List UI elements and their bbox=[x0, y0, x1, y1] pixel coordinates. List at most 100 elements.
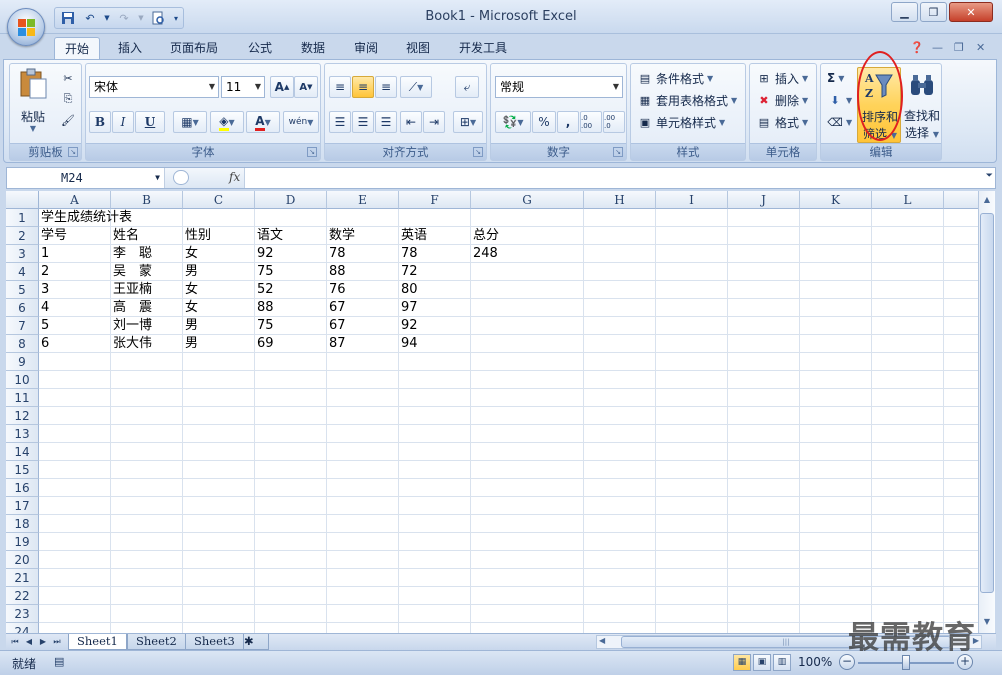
vertical-scroll-thumb[interactable] bbox=[980, 213, 994, 593]
number-format-combo[interactable]: 常规 ▼ bbox=[495, 76, 623, 98]
cell-e6[interactable]: 67 bbox=[327, 299, 346, 317]
bold-button[interactable]: B bbox=[89, 111, 111, 133]
row-header-9[interactable]: 9 bbox=[6, 353, 39, 371]
sheet-tab-3[interactable]: Sheet3 bbox=[185, 634, 244, 650]
cell-e5[interactable]: 76 bbox=[327, 281, 346, 299]
cell-c6[interactable]: 女 bbox=[183, 299, 198, 317]
font-color-button[interactable]: A ▼ bbox=[246, 111, 280, 133]
cell-a3[interactable]: 1 bbox=[39, 245, 49, 263]
cell-a6[interactable]: 4 bbox=[39, 299, 49, 317]
cell-c4[interactable]: 男 bbox=[183, 263, 198, 281]
help-icon[interactable]: ❓ bbox=[910, 41, 924, 54]
scroll-up-icon[interactable]: ▲ bbox=[980, 193, 994, 207]
row-header-23[interactable]: 23 bbox=[6, 605, 39, 623]
column-header-f[interactable]: F bbox=[399, 191, 471, 209]
sheet-tab-1[interactable]: Sheet1 bbox=[68, 634, 127, 650]
expand-formula-icon[interactable]: ⏷ bbox=[986, 171, 993, 181]
cell-f3[interactable]: 78 bbox=[399, 245, 418, 263]
close-button[interactable]: ✕ bbox=[949, 2, 993, 22]
cell-f8[interactable]: 94 bbox=[399, 335, 418, 353]
cell-a8[interactable]: 6 bbox=[39, 335, 49, 353]
column-header-j[interactable]: J bbox=[728, 191, 800, 209]
insert-sheet-button[interactable]: ✱ bbox=[243, 634, 269, 650]
tab-review[interactable]: 审阅 bbox=[344, 37, 388, 60]
format-painter-button[interactable]: 🖌 bbox=[60, 110, 76, 130]
office-button[interactable] bbox=[7, 8, 45, 46]
restore-button[interactable]: ❐ bbox=[920, 2, 947, 22]
font-name-combo[interactable]: 宋体 ▼ bbox=[89, 76, 219, 98]
cell-styles-button[interactable]: ▣ 单元格样式 ▼ bbox=[637, 112, 725, 132]
merge-center-button[interactable]: ⊞ ▼ bbox=[453, 111, 483, 133]
align-middle-button[interactable]: ≡ bbox=[352, 76, 374, 98]
insert-function-icon[interactable]: fx bbox=[229, 170, 240, 184]
cell-c2[interactable]: 性别 bbox=[183, 227, 211, 245]
cell-b6[interactable]: 高 震 bbox=[111, 299, 152, 317]
find-select-button[interactable]: 查找和 选择 ▼ bbox=[903, 67, 941, 143]
cell-e4[interactable]: 88 bbox=[327, 263, 346, 281]
cell-a2[interactable]: 学号 bbox=[39, 227, 67, 245]
cut-button[interactable]: ✂ bbox=[60, 68, 76, 88]
cell-c5[interactable]: 女 bbox=[183, 281, 198, 299]
cell-d7[interactable]: 75 bbox=[255, 317, 274, 335]
cell-b3[interactable]: 李 聪 bbox=[111, 245, 152, 263]
percent-button[interactable]: % bbox=[532, 111, 556, 133]
column-header-l[interactable]: L bbox=[872, 191, 944, 209]
select-all-corner[interactable] bbox=[6, 191, 39, 209]
row-header-10[interactable]: 10 bbox=[6, 371, 39, 389]
tab-insert[interactable]: 插入 bbox=[108, 37, 152, 60]
cell-d8[interactable]: 69 bbox=[255, 335, 274, 353]
delete-cells-button[interactable]: ✖ 删除 ▼ bbox=[756, 90, 808, 110]
row-header-20[interactable]: 20 bbox=[6, 551, 39, 569]
cell-b5[interactable]: 王亚楠 bbox=[111, 281, 152, 299]
cell-b2[interactable]: 姓名 bbox=[111, 227, 139, 245]
row-header-21[interactable]: 21 bbox=[6, 569, 39, 587]
increase-decimal-button[interactable]: .0 .00 bbox=[580, 111, 602, 133]
align-left-button[interactable]: ☰ bbox=[329, 111, 351, 133]
page-layout-view-button[interactable]: ▣ bbox=[753, 654, 771, 671]
macro-record-icon[interactable]: ▤ bbox=[54, 655, 64, 668]
fill-color-button[interactable]: ◈ ▼ bbox=[210, 111, 244, 133]
cell-f6[interactable]: 97 bbox=[399, 299, 418, 317]
zoom-slider-thumb[interactable] bbox=[902, 655, 910, 670]
column-header-c[interactable]: C bbox=[183, 191, 255, 209]
insert-cells-button[interactable]: ⊞ 插入 ▼ bbox=[756, 68, 808, 88]
cell-e7[interactable]: 67 bbox=[327, 317, 346, 335]
cell-c7[interactable]: 男 bbox=[183, 317, 198, 335]
clear-button[interactable]: ⌫ ▼ bbox=[827, 112, 852, 132]
minimize-button[interactable]: ▁ bbox=[891, 2, 918, 22]
alignment-launcher-icon[interactable]: ↘ bbox=[473, 147, 483, 157]
row-header-8[interactable]: 8 bbox=[6, 335, 39, 353]
italic-button[interactable]: I bbox=[112, 111, 134, 133]
row-header-5[interactable]: 5 bbox=[6, 281, 39, 299]
row-header-7[interactable]: 7 bbox=[6, 317, 39, 335]
align-right-button[interactable]: ☰ bbox=[375, 111, 397, 133]
cell-f2[interactable]: 英语 bbox=[399, 227, 427, 245]
cell-f7[interactable]: 92 bbox=[399, 317, 418, 335]
cell-g3[interactable]: 248 bbox=[471, 245, 498, 263]
autosum-button[interactable]: Σ ▼ bbox=[827, 68, 844, 88]
column-header-d[interactable]: D bbox=[255, 191, 327, 209]
row-header-1[interactable]: 1 bbox=[6, 209, 39, 227]
cell-a4[interactable]: 2 bbox=[39, 263, 49, 281]
cell-d6[interactable]: 88 bbox=[255, 299, 274, 317]
ribbon-minimize-icon[interactable]: — bbox=[932, 41, 943, 54]
format-as-table-button[interactable]: ▦ 套用表格格式 ▼ bbox=[637, 90, 737, 110]
copy-button[interactable]: ⎘ bbox=[60, 89, 76, 109]
cell-e2[interactable]: 数学 bbox=[327, 227, 355, 245]
cell-e3[interactable]: 78 bbox=[327, 245, 346, 263]
decrease-decimal-button[interactable]: .00 .0 bbox=[603, 111, 625, 133]
column-header-b[interactable]: B bbox=[111, 191, 183, 209]
number-launcher-icon[interactable]: ↘ bbox=[613, 147, 623, 157]
cell-b4[interactable]: 吴 蒙 bbox=[111, 263, 152, 281]
tab-page-layout[interactable]: 页面布局 bbox=[160, 37, 228, 60]
page-break-view-button[interactable]: ▥ bbox=[773, 654, 791, 671]
conditional-format-button[interactable]: ▤ 条件格式 ▼ bbox=[637, 68, 713, 88]
name-box[interactable]: M24 ▼ bbox=[7, 168, 165, 188]
align-center-button[interactable]: ☰ bbox=[352, 111, 374, 133]
row-header-18[interactable]: 18 bbox=[6, 515, 39, 533]
font-size-combo[interactable]: 11 ▼ bbox=[221, 76, 265, 98]
row-header-19[interactable]: 19 bbox=[6, 533, 39, 551]
row-header-11[interactable]: 11 bbox=[6, 389, 39, 407]
cell-a1[interactable]: 学生成绩统计表 bbox=[39, 209, 132, 227]
comma-button[interactable]: , bbox=[557, 111, 579, 133]
